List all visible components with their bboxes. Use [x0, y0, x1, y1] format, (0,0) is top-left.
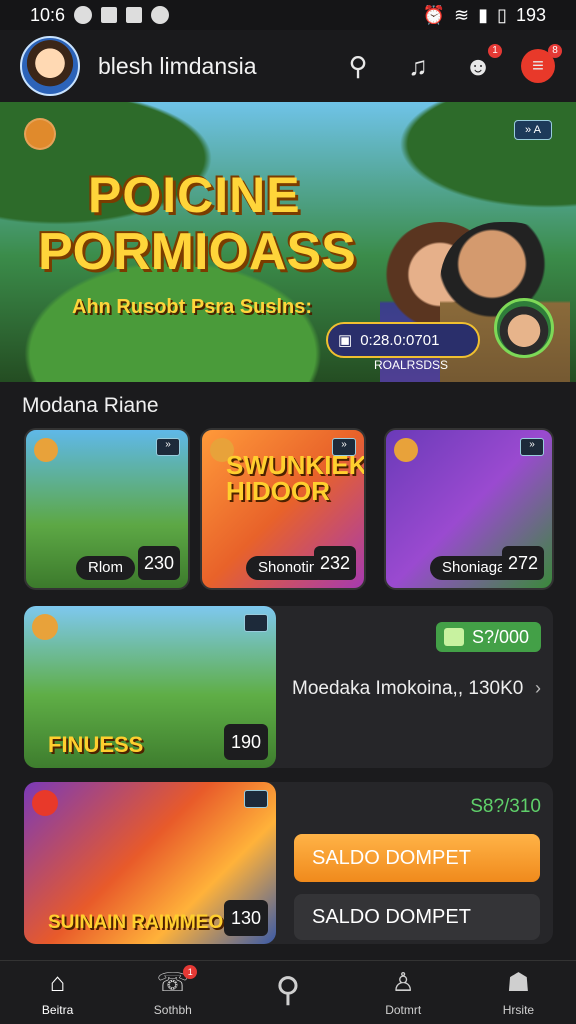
- game-tile[interactable]: » Shoniaga 272: [384, 428, 554, 590]
- tab-badge: 1: [183, 965, 198, 979]
- tab-account[interactable]: ♙ Dotmrt: [346, 961, 461, 1024]
- timer-text: 0:28.0:0701: [360, 331, 440, 349]
- notification-icon[interactable]: ☻ 1: [460, 44, 502, 84]
- bottom-tab-bar: ⌂ Beitra ☏ 1 Sothbh ⚲ ♙ Dotmrt ☗ Hrsite: [0, 960, 576, 1024]
- banner-tag: » A: [514, 120, 552, 140]
- price-badge[interactable]: S?/000: [435, 622, 541, 652]
- timer-icon: ▣: [338, 332, 353, 349]
- saldo-dompet-primary-button[interactable]: SALDO DOMPET: [294, 834, 540, 882]
- banner-pill-subtitle: ROALRSDSS: [374, 358, 449, 372]
- tab-label: Sothbh: [153, 1002, 192, 1017]
- wallet-card-image: SUINAIN RAIMMEOY 130: [24, 782, 276, 944]
- game-tile[interactable]: » SWUNKIEK HIDOOR Shonotin 232: [200, 428, 366, 590]
- card-badge-icon: [32, 614, 58, 640]
- search-icon: ⚲: [275, 970, 301, 1009]
- tab-home[interactable]: ⌂ Beitra: [0, 961, 115, 1024]
- banner-shield-icon: [24, 118, 56, 150]
- tile-title: SWUNKIEK HIDOOR: [226, 450, 366, 506]
- avatar[interactable]: [20, 36, 80, 96]
- wallet-badge: 8: [548, 44, 562, 58]
- tab-chat[interactable]: ☏ 1 Sothbh: [115, 961, 230, 1024]
- alarm-clock-icon: ⏰: [422, 4, 446, 25]
- price-text: S?/000: [471, 626, 529, 647]
- user-icon: ♙: [391, 967, 415, 997]
- chevron-right-icon[interactable]: ›: [535, 678, 541, 699]
- location-pin-icon[interactable]: ⚲: [340, 48, 376, 84]
- tab-profile[interactable]: ☗ Hrsite: [461, 961, 576, 1024]
- gift-icon: [443, 628, 464, 646]
- card-badge-icon: [32, 790, 58, 816]
- profile-icon: ☗: [506, 967, 531, 997]
- notification-badge: 1: [488, 44, 502, 58]
- status-time: 10:6: [30, 4, 66, 25]
- card-tag: [244, 614, 268, 632]
- wallet-icon[interactable]: ≡ 8: [520, 44, 562, 84]
- section-title: Modana Riane: [22, 394, 159, 417]
- tile-number: 232: [314, 546, 356, 580]
- battery-level: 193: [515, 4, 546, 25]
- vpn-icon: [151, 6, 170, 24]
- tile-label: Rlom: [76, 556, 136, 580]
- tab-label: Dotmrt: [385, 1002, 422, 1017]
- tile-number: 272: [502, 546, 544, 580]
- card-description: Moedaka Imokoina,, 130K0: [292, 678, 524, 699]
- tab-label: Hrsite: [502, 1002, 535, 1017]
- offer-card[interactable]: FINUESS 190 S?/000 Moedaka Imokoina,, 13…: [24, 606, 553, 768]
- signal-icon: ▮: [478, 4, 489, 25]
- banner-timer-pill[interactable]: ▣ 0:28.0:0701: [326, 322, 480, 358]
- tile-tag: »: [156, 438, 180, 456]
- tab-search[interactable]: ⚲: [230, 961, 345, 1024]
- banner-title-line2: PORMIOASS: [38, 223, 356, 281]
- banner-title-line1: POICINE: [88, 167, 301, 223]
- music-icon[interactable]: ♫: [400, 48, 436, 84]
- offer-card-image: FINUESS 190: [24, 606, 276, 768]
- wallet-card[interactable]: SUINAIN RAIMMEOY 130 S8?/310 SALDO DOMPE…: [24, 782, 553, 944]
- tile-tag: »: [520, 438, 544, 456]
- battery-icon: ▯: [497, 4, 507, 25]
- home-icon: ⌂: [49, 967, 66, 997]
- card-image-number: 130: [224, 900, 268, 936]
- game-tile[interactable]: » Rlom 230: [24, 428, 190, 590]
- card-image-title: FINUESS: [48, 732, 144, 757]
- tile-number: 230: [138, 546, 180, 580]
- tile-badge-icon: [34, 438, 58, 462]
- alarm-icon: [74, 6, 93, 24]
- card-tag: [244, 790, 268, 808]
- status-bar: 10:6 ⏰ ≋ ▮ ▯ 193: [0, 0, 576, 30]
- saldo-dompet-secondary-button[interactable]: SALDO DOMPET: [294, 894, 540, 940]
- hero-character-male: [440, 222, 570, 382]
- app-header: blesh limdansia ⚲ ♫ ☻ 1 ≡ 8: [0, 30, 576, 102]
- username: blesh limdansia: [98, 52, 257, 79]
- character-portrait: [494, 298, 554, 358]
- card-image-title: SUINAIN RAIMMEOY: [48, 912, 236, 933]
- sim-icon: [101, 7, 118, 23]
- tab-label: Beitra: [41, 1002, 74, 1017]
- app-notification-icon: [126, 7, 143, 23]
- wifi-icon: ≋: [454, 4, 470, 25]
- tile-badge-icon: [394, 438, 418, 462]
- card-price: S8?/310: [470, 796, 541, 817]
- banner-subtitle: Ahn Rusobt Psra Suslns:: [72, 296, 313, 318]
- card-image-number: 190: [224, 724, 268, 760]
